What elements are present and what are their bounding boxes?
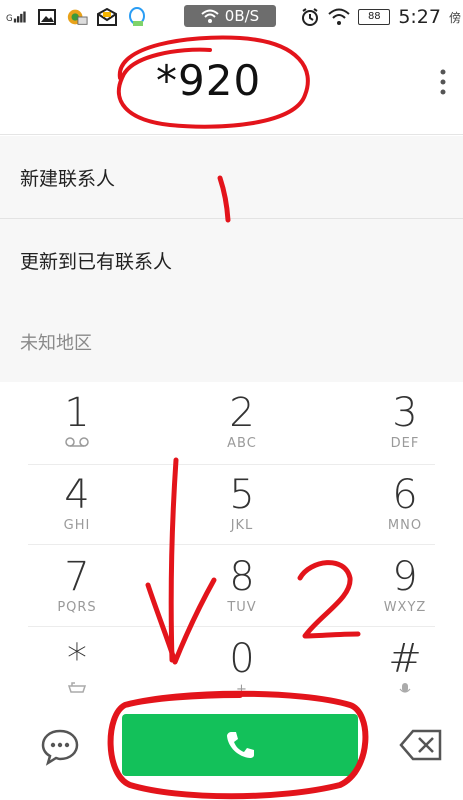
wifi-icon (328, 8, 350, 25)
key-digit: 5 (229, 472, 255, 518)
more-options-button[interactable] (435, 64, 451, 104)
dialer-header: *920 (0, 34, 463, 135)
backspace-button[interactable] (399, 728, 443, 762)
key-letters: + (236, 682, 248, 697)
key-digit: 7 (64, 554, 90, 600)
mic-icon (399, 683, 411, 693)
key-pound[interactable]: # (328, 628, 463, 708)
key-letters: MNO (387, 518, 423, 533)
key-4[interactable]: 4 GHI (0, 464, 154, 544)
phone-icon (227, 732, 254, 758)
qq-icon (126, 7, 148, 27)
keypad: 1 2 ABC 3 DEF 4 GHI 5 JKL 6 MNO 7 PQRS 8… (0, 382, 463, 710)
voicemail-icon (65, 437, 89, 447)
key-letters: GHI (63, 518, 91, 533)
location-text: 未知地区 (20, 333, 92, 354)
key-digit: 0 (229, 636, 255, 682)
send-message-button[interactable] (40, 726, 80, 766)
location-label: 未知地区 (0, 301, 463, 384)
key-letters: JKL (230, 518, 254, 533)
signal-label: G (6, 14, 13, 24)
image-icon (36, 7, 58, 27)
key-2[interactable]: 2 ABC (165, 382, 319, 462)
wifi-icon (201, 9, 219, 23)
key-digit: 4 (64, 472, 90, 518)
key-3[interactable]: 3 DEF (328, 382, 463, 462)
option-label: 更新到已有联系人 (20, 250, 173, 273)
key-digit: 9 (392, 554, 418, 600)
backspace-icon (399, 729, 442, 761)
status-edge-char: 傍 (448, 10, 461, 25)
key-6[interactable]: 6 MNO (328, 464, 463, 544)
key-digit: # (388, 636, 422, 682)
key-1[interactable]: 1 (0, 382, 154, 462)
dialed-number[interactable]: *920 (156, 56, 261, 105)
battery-level: 88 (367, 11, 381, 22)
key-letters: WXYZ (383, 600, 427, 615)
status-bar: G 0B/S 88 5:27 傍 (0, 0, 463, 34)
key-letters: PQRS (57, 600, 97, 615)
signal-icon: G (6, 7, 28, 27)
alarm-icon (302, 8, 319, 26)
game-icon (66, 7, 88, 27)
bath-icon (68, 682, 86, 693)
net-speed-text: 0B/S (224, 7, 260, 25)
more-vert-icon (440, 69, 446, 95)
option-label: 新建联系人 (20, 167, 116, 190)
key-letters: DEF (390, 436, 420, 451)
key-digit: 8 (229, 554, 255, 600)
key-letters: TUV (227, 600, 257, 615)
key-digit: 1 (64, 390, 90, 436)
key-0[interactable]: 0 + (165, 628, 319, 708)
create-contact-option[interactable]: 新建联系人 (0, 136, 463, 219)
key-5[interactable]: 5 JKL (165, 464, 319, 544)
battery-icon: 88 (358, 9, 391, 25)
key-7[interactable]: 7 PQRS (0, 546, 154, 626)
key-digit: * (67, 636, 87, 682)
mail-icon (96, 7, 118, 27)
key-letters: ABC (227, 436, 257, 451)
key-digit: 2 (229, 390, 255, 436)
clock: 5:27 (398, 6, 441, 28)
key-9[interactable]: 9 WXYZ (328, 546, 463, 626)
key-digit: 6 (392, 472, 418, 518)
call-button[interactable] (122, 714, 358, 776)
dialer-actions (0, 710, 463, 800)
key-star[interactable]: * (0, 628, 154, 708)
update-contact-option[interactable]: 更新到已有联系人 (0, 219, 463, 302)
key-digit: 3 (392, 390, 418, 436)
key-8[interactable]: 8 TUV (165, 546, 319, 626)
net-speed-indicator: 0B/S (184, 5, 276, 27)
message-icon (41, 729, 79, 766)
